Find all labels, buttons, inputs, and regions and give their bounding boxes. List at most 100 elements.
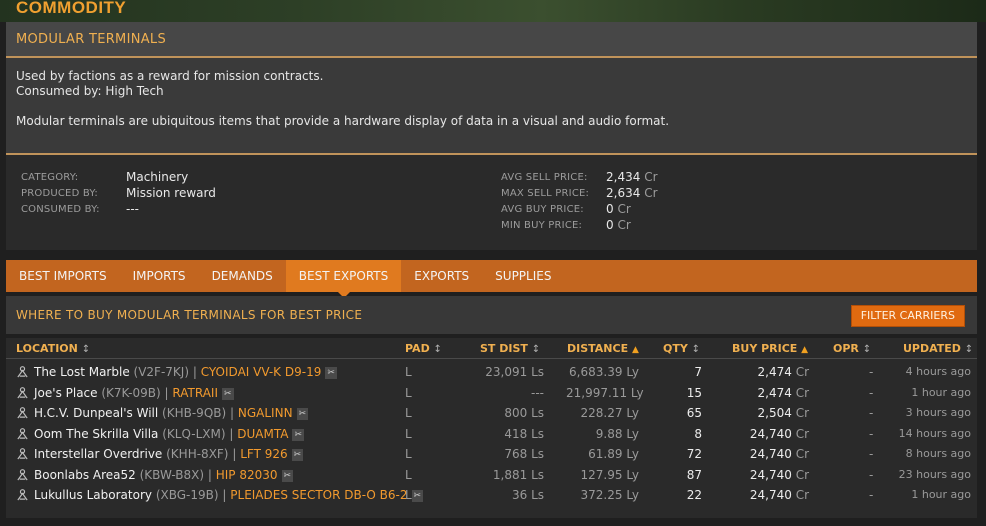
system-name[interactable]: RATRAII <box>172 386 218 400</box>
list-title: WHERE TO BUY MODULAR TERMINALS FOR BEST … <box>16 308 363 322</box>
stations-table: LOCATION ↕ PAD ↕ ST DIST ↕ DISTANCE ▲ QT… <box>6 338 977 518</box>
category-value: Machinery <box>126 170 189 184</box>
table-row[interactable]: Oom The Skrilla Villa (KLQ-LXM) | DUAMTA… <box>6 424 977 444</box>
station-name[interactable]: H.C.V. Dunpeal's Will <box>34 406 158 420</box>
copy-icon[interactable]: ✂ <box>281 469 294 482</box>
copy-icon[interactable]: ✂ <box>325 367 337 379</box>
location-cell: Oom The Skrilla Villa (KLQ-LXM) | DUAMTA… <box>16 427 304 441</box>
col-distance[interactable]: DISTANCE ▲ <box>567 342 639 355</box>
updated-cell: 1 hour ago <box>911 488 971 501</box>
table-row[interactable]: Joe's Place (K7K-09B) | RATRAII ✂ L --- 21,… <box>6 383 977 403</box>
commodity-name-header: MODULAR TERMINALS <box>6 22 977 56</box>
produced-by-label: PRODUCED BY: <box>21 188 98 199</box>
col-pad[interactable]: PAD ↕ <box>405 342 442 355</box>
fleet-carrier-icon <box>16 386 29 399</box>
fleet-carrier-icon <box>16 488 29 501</box>
system-name[interactable]: PLEIADES SECTOR DB-O B6-2 <box>230 488 407 502</box>
opr-cell: - <box>869 385 874 400</box>
table-row[interactable]: Boonlabs Area52 (KBW-B8X) | HIP 82030 ✂ L 1… <box>6 465 977 485</box>
table-row[interactable]: Interstellar Overdrive (KHH-8XF) | LFT 9… <box>6 444 977 464</box>
location-cell: Lukullus Laboratory (XBG-19B) | PLEIADES… <box>16 488 424 502</box>
table-row[interactable]: Lukullus Laboratory (XBG-19B) | PLEIADES… <box>6 485 977 505</box>
system-name[interactable]: LFT 926 <box>240 447 287 461</box>
location-cell: Boonlabs Area52 (KBW-B8X) | HIP 82030 ✂ <box>16 468 294 482</box>
description-line-3: Modular terminals are ubiquitous items t… <box>16 114 670 128</box>
consumed-by-label: CONSUMED BY: <box>21 204 100 215</box>
col-updated[interactable]: UPDATED ↕ <box>903 342 973 355</box>
sort-ascending-icon: ▲ <box>801 345 809 355</box>
min-buy-label: MIN BUY PRICE: <box>501 220 583 231</box>
col-opr[interactable]: OPR ↕ <box>833 342 871 355</box>
table-row[interactable]: H.C.V. Dunpeal's Will (KHB-9QB) | NGALIN… <box>6 403 977 423</box>
pad-cell: L <box>405 365 412 379</box>
st-dist-cell: 418 Ls <box>504 426 544 441</box>
opr-cell: - <box>869 447 874 461</box>
location-cell: The Lost Marble (V2F-7KJ) | CYOIDAI VV-K… <box>16 365 337 379</box>
table-row[interactable]: The Lost Marble (V2F-7KJ) | CYOIDAI VV-K… <box>6 362 977 382</box>
max-sell-value: 2,634 Cr <box>606 186 658 200</box>
tab-demands[interactable]: DEMANDS <box>199 260 286 292</box>
fleet-carrier-icon <box>16 468 29 481</box>
avg-sell-value: 2,434 Cr <box>606 170 658 184</box>
pad-cell: L <box>405 488 412 502</box>
copy-icon[interactable]: ✂ <box>291 449 304 461</box>
tab-exports[interactable]: EXPORTS <box>401 260 482 292</box>
tab-best-imports[interactable]: BEST IMPORTS <box>6 260 120 292</box>
station-name[interactable]: Interstellar Overdrive <box>34 447 162 461</box>
location-cell: Joe's Place (K7K-09B) | RATRAII ✂ <box>16 386 234 400</box>
opr-cell: - <box>869 426 874 441</box>
commodity-description: Used by factions as a reward for mission… <box>6 56 977 155</box>
system-name[interactable]: DUAMTA <box>237 427 288 441</box>
col-buy-price[interactable]: BUY PRICE ▲ <box>732 342 808 355</box>
system-name[interactable]: CYOIDAI VV-K D9-19 <box>201 365 322 379</box>
price-cell: 24,740 Cr <box>749 488 809 502</box>
system-name[interactable]: HIP 82030 <box>216 468 278 482</box>
pad-cell: L <box>405 467 412 482</box>
qty-cell: 65 <box>686 406 702 420</box>
list-header: WHERE TO BUY MODULAR TERMINALS FOR BEST … <box>6 296 977 334</box>
col-qty[interactable]: QTY ↕ <box>663 342 700 355</box>
opr-cell: - <box>869 488 874 502</box>
location-cell: Interstellar Overdrive (KHH-8XF) | LFT 9… <box>16 447 304 461</box>
station-code: (KHH-8XF) <box>166 447 229 461</box>
system-name[interactable]: NGALINN <box>238 406 293 420</box>
st-dist-cell: 800 Ls <box>504 406 544 420</box>
station-name[interactable]: Boonlabs Area52 <box>34 468 136 482</box>
min-buy-value: 0 Cr <box>606 218 631 232</box>
updated-cell: 4 hours ago <box>905 365 971 378</box>
copy-icon[interactable]: ✂ <box>222 387 234 400</box>
avg-sell-label: AVG SELL PRICE: <box>501 172 588 183</box>
updated-cell: 23 hours ago <box>898 467 971 481</box>
produced-by-value: Mission reward <box>126 186 216 200</box>
tab-imports[interactable]: IMPORTS <box>120 260 199 292</box>
updated-cell: 1 hour ago <box>911 385 971 399</box>
qty-cell: 87 <box>686 467 702 482</box>
commodity-info: CATEGORY: Machinery PRODUCED BY: Mission… <box>6 155 977 250</box>
station-name[interactable]: Oom The Skrilla Villa <box>34 427 158 441</box>
col-location[interactable]: LOCATION ↕ <box>16 342 90 355</box>
qty-cell: 8 <box>694 426 702 441</box>
filter-carriers-button[interactable]: FILTER CARRIERS <box>850 305 965 327</box>
description-line-2: Consumed by: High Tech <box>16 84 164 98</box>
copy-icon[interactable]: ✂ <box>292 428 304 441</box>
col-st-dist[interactable]: ST DIST ↕ <box>480 342 540 355</box>
st-dist-cell: 36 Ls <box>511 488 544 502</box>
price-cell: 2,474 Cr <box>757 365 810 379</box>
fleet-carrier-icon <box>16 365 29 378</box>
tab-best-exports[interactable]: BEST EXPORTS <box>285 260 402 298</box>
distance-cell: 372.25 Ly <box>580 488 639 502</box>
tab-supplies[interactable]: SUPPLIES <box>482 260 564 292</box>
description-line-1: Used by factions as a reward for mission… <box>16 69 324 83</box>
fleet-carrier-icon <box>16 447 29 460</box>
banner-title: COMMODITY <box>16 0 127 17</box>
avg-buy-value: 0 Cr <box>606 202 631 216</box>
price-cell: 2,474 Cr <box>757 385 810 400</box>
station-name[interactable]: The Lost Marble <box>34 365 130 379</box>
copy-icon[interactable]: ✂ <box>296 408 309 420</box>
location-cell: H.C.V. Dunpeal's Will (KHB-9QB) | NGALIN… <box>16 406 309 420</box>
pad-cell: L <box>405 385 412 400</box>
updated-cell: 8 hours ago <box>905 447 971 460</box>
copy-icon[interactable]: ✂ <box>411 490 424 502</box>
station-name[interactable]: Joe's Place <box>34 386 98 400</box>
station-name[interactable]: Lukullus Laboratory <box>34 488 152 502</box>
